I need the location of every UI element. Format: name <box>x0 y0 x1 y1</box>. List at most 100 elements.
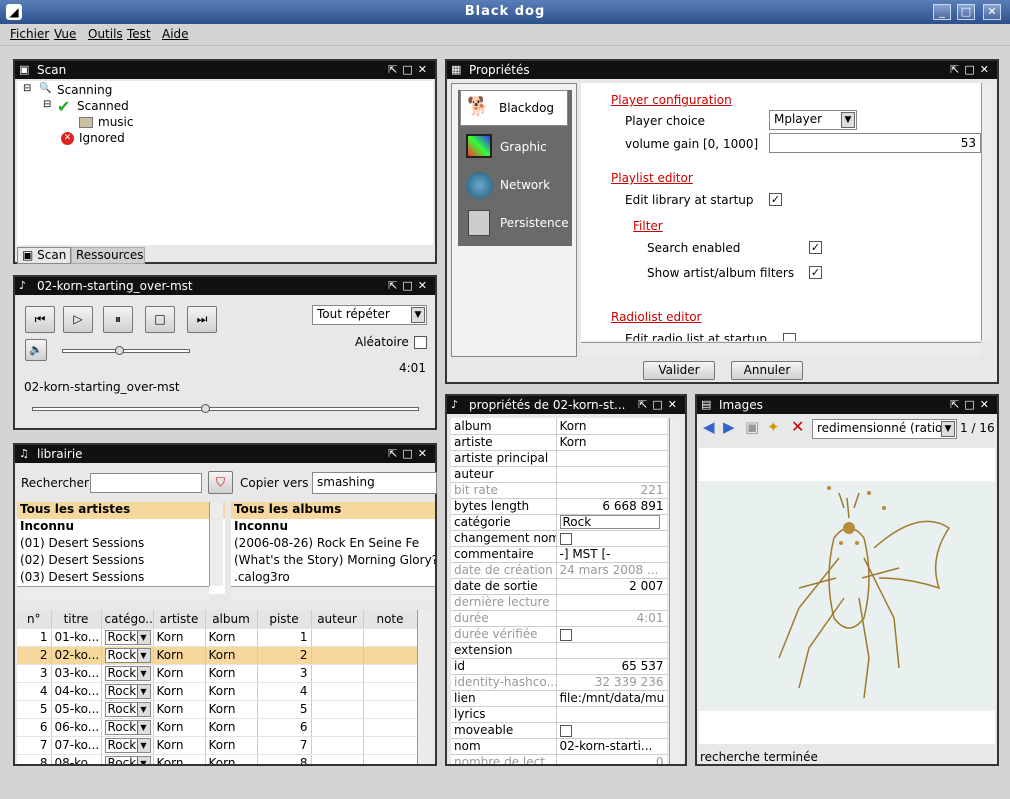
property-row[interactable]: dernière lecture <box>451 594 667 611</box>
track-properties-scrollbar[interactable] <box>669 418 683 764</box>
table-cell[interactable]: Korn <box>153 736 206 755</box>
volume-gain-input[interactable]: 53 <box>769 133 981 153</box>
tab-scan[interactable]: ▣ Scan <box>17 247 71 264</box>
table-cell[interactable]: Rock ▼ <box>101 700 154 719</box>
category-network[interactable]: Network <box>462 170 570 202</box>
property-value[interactable] <box>556 706 667 723</box>
column-header[interactable]: titre <box>51 610 102 629</box>
tree-music[interactable]: music <box>98 115 133 129</box>
table-cell[interactable]: Korn <box>153 718 206 737</box>
property-row[interactable]: lien file:/mnt/data/mu <box>451 690 667 707</box>
column-header[interactable]: auteur <box>311 610 364 629</box>
play-icon[interactable]: ▷ <box>63 306 93 333</box>
panel-window-buttons[interactable]: ⇱□✕ <box>388 61 432 79</box>
table-cell[interactable]: 6 <box>257 718 312 737</box>
filter-link[interactable]: Filter <box>633 219 663 233</box>
property-value[interactable] <box>556 530 667 547</box>
close-button[interactable]: ✕ <box>983 4 1001 20</box>
table-cell[interactable]: Rock ▼ <box>101 754 154 764</box>
table-cell[interactable]: 03-ko... <box>51 664 102 683</box>
property-value[interactable]: 65 537 <box>556 658 667 675</box>
artist-item[interactable]: Inconnu <box>17 519 225 536</box>
panel-window-buttons[interactable]: ⇱□✕ <box>388 445 432 463</box>
category-select[interactable]: Rock <box>559 515 660 529</box>
table-cell[interactable]: Korn <box>153 682 206 701</box>
table-cell[interactable] <box>363 646 417 665</box>
playlist-editor-link[interactable]: Playlist editor <box>611 171 693 185</box>
back-arrow-icon[interactable]: ◀ <box>703 418 715 436</box>
table-row[interactable]: 4 04-ko... Rock ▼ Korn Korn 4 <box>17 682 417 701</box>
albums-header[interactable]: Tous les albums <box>231 502 435 519</box>
category-select[interactable]: Rock ▼ <box>104 629 151 645</box>
edit-radio-checkbox[interactable] <box>783 333 796 341</box>
menu-fichier[interactable]: Fichier <box>10 27 49 41</box>
table-cell[interactable]: Korn <box>205 736 258 755</box>
repeat-select[interactable]: Tout répéter ▼ <box>312 305 427 325</box>
panel-window-buttons[interactable]: ⇱□✕ <box>950 396 994 414</box>
random-checkbox[interactable] <box>414 336 427 349</box>
dropdown-arrow-icon[interactable]: ▼ <box>136 738 150 752</box>
table-cell[interactable]: Korn <box>153 628 206 647</box>
table-cell[interactable] <box>311 664 364 683</box>
table-cell[interactable] <box>311 754 364 764</box>
property-value[interactable]: Korn <box>556 418 667 435</box>
position-slider[interactable] <box>32 404 419 413</box>
table-cell[interactable]: Korn <box>153 700 206 719</box>
table-cell[interactable]: Korn <box>205 718 258 737</box>
tree-ignored[interactable]: Ignored <box>79 131 125 145</box>
category-select[interactable]: Rock ▼ <box>104 755 151 764</box>
forward-arrow-icon[interactable]: ▶ <box>723 418 735 436</box>
table-cell[interactable]: Korn <box>153 664 206 683</box>
cancel-button[interactable]: Annuler <box>731 361 803 380</box>
table-row[interactable]: 1 01-ko... Rock ▼ Korn Korn 1 <box>17 628 417 647</box>
table-cell[interactable] <box>363 700 417 719</box>
category-select[interactable]: Rock ▼ <box>104 647 151 663</box>
table-cell[interactable]: Korn <box>153 646 206 665</box>
artists-header[interactable]: Tous les artistes <box>17 502 225 519</box>
delete-icon[interactable]: ✕ <box>791 417 804 436</box>
property-value[interactable]: 24 mars 2008 ... <box>556 562 667 579</box>
table-row[interactable]: 8 08-ko... Rock ▼ Korn Korn 8 <box>17 754 417 764</box>
dropdown-arrow-icon[interactable]: ▼ <box>136 630 150 644</box>
property-row[interactable]: nombre de lect... 0 <box>451 754 667 764</box>
property-row[interactable]: date de création 24 mars 2008 ... <box>451 562 667 579</box>
table-cell[interactable] <box>311 718 364 737</box>
property-row[interactable]: bit rate 221 <box>451 482 667 499</box>
filter-icon[interactable]: ⛉ <box>208 471 233 494</box>
property-value[interactable]: Rock <box>556 514 667 531</box>
table-cell[interactable]: Korn <box>205 754 258 764</box>
table-cell[interactable]: 2 <box>17 646 52 665</box>
table-cell[interactable]: Korn <box>205 664 258 683</box>
table-cell[interactable]: 4 <box>257 682 312 701</box>
property-value[interactable] <box>556 594 667 611</box>
table-cell[interactable]: Korn <box>205 700 258 719</box>
table-cell[interactable]: Korn <box>205 646 258 665</box>
artists-hscrollbar[interactable] <box>17 586 209 600</box>
property-value[interactable]: 2 007 <box>556 578 667 595</box>
table-cell[interactable]: 02-ko... <box>51 646 102 665</box>
table-cell[interactable] <box>363 682 417 701</box>
artists-list[interactable]: Tous les artistes Inconnu (01) Desert Se… <box>17 502 225 594</box>
next-icon[interactable]: ⏭ <box>187 306 217 333</box>
checkbox[interactable] <box>559 724 572 737</box>
album-item[interactable]: Inconnu <box>231 519 435 536</box>
volume-slider[interactable] <box>62 346 190 355</box>
table-cell[interactable]: 08-ko... <box>51 754 102 764</box>
column-header[interactable]: catégo... <box>101 610 154 629</box>
property-row[interactable]: moveable <box>451 722 667 739</box>
table-cell[interactable] <box>311 628 364 647</box>
resize-mode-select[interactable]: redimensionné (ratio) ▼ <box>812 419 957 439</box>
settings-scrollbar[interactable] <box>981 83 995 341</box>
property-value[interactable]: 4:01 <box>556 610 667 627</box>
menu-test[interactable]: Test <box>127 27 151 41</box>
property-row[interactable]: commentaire -] MST [- <box>451 546 667 563</box>
category-persistence[interactable]: Persistence <box>462 208 570 240</box>
property-row[interactable]: artiste Korn <box>451 434 667 451</box>
table-cell[interactable]: 8 <box>257 754 312 764</box>
dropdown-arrow-icon[interactable]: ▼ <box>136 720 150 734</box>
artists-scrollbar[interactable] <box>209 502 223 586</box>
table-cell[interactable]: 04-ko... <box>51 682 102 701</box>
table-cell[interactable]: 7 <box>257 736 312 755</box>
checkbox[interactable] <box>559 628 572 641</box>
table-cell[interactable]: 5 <box>257 700 312 719</box>
